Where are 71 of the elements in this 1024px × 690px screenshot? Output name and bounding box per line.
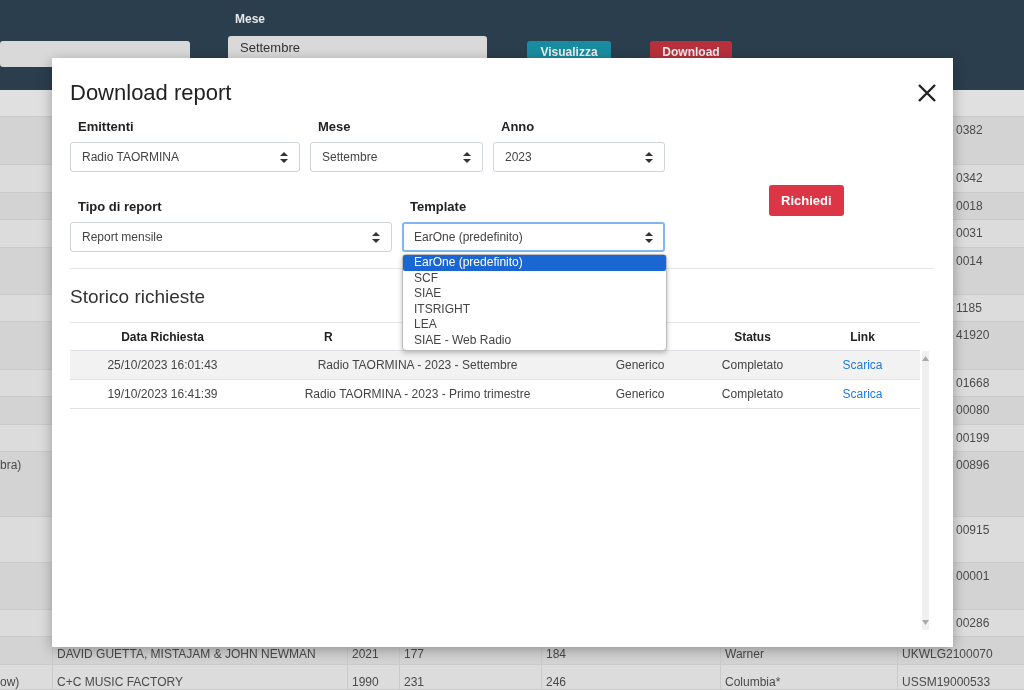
scrollbar[interactable] [922,351,929,630]
table-cell: Warner [725,647,764,661]
select-field[interactable]: Settembre [310,142,483,172]
table-cell: 0018 [956,199,983,213]
field-label: Tipo di report [77,199,163,214]
table-cell: 00001 [956,569,990,583]
dialog-title: Download report [70,80,232,106]
column-header: Status [734,329,771,344]
dropdown-option[interactable]: LEA [403,317,666,333]
field-label: Emittenti [77,119,135,134]
dropdown-option[interactable]: SIAE - Web Radio [403,332,666,348]
select-field[interactable]: Report mensile [70,222,392,252]
download-link[interactable]: Scarica [842,358,883,372]
table-cell: 1990 [352,675,379,689]
download-link[interactable]: Scarica [842,387,883,401]
column-header: Data Richiesta [121,329,204,344]
scroll-up-icon[interactable] [922,356,929,361]
table-cell: Columbia* [725,675,781,689]
table-cell: 00080 [956,403,990,417]
table-cell: 246 [546,675,567,689]
table-cell: 01668 [956,376,990,390]
table-cell: DAVID GUETTA, MISTAJAM & JOHN NEWMAN [57,647,316,661]
table-cell: 1185 [956,301,982,315]
table-cell: 00286 [956,616,990,630]
field-label: Anno [500,119,536,134]
table-cell: C+C MUSIC FACTORY [57,675,183,689]
column-header: R [324,329,333,344]
select-field[interactable]: Radio TAORMINA [70,142,300,172]
table-cell: ow) [0,675,20,689]
section-title: Storico richieste [70,286,206,308]
close-button[interactable] [917,83,937,103]
table-cell: 19/10/2023 16:41:39 [107,387,218,401]
table-cell: Radio TAORMINA - 2023 - Primo trimestre [304,387,531,401]
table-cell: 00199 [956,431,990,445]
table-cell: 0382 [956,123,983,137]
table-cell: 25/10/2023 16:01:43 [107,358,218,372]
table-cell: USSM19000533 [902,675,991,689]
select-arrows-icon [372,231,380,243]
table-cell: bra) [0,458,22,472]
select-field[interactable]: 2023 [493,142,665,172]
table-cell: 00915 [956,523,990,537]
dropdown-option[interactable]: SIAE [403,286,666,302]
select-arrows-icon [645,231,653,243]
table-cell: 00896 [956,458,990,472]
select-field[interactable]: EarOne (predefinito) [402,222,665,252]
table-cell: 231 [404,675,425,689]
table-cell: Generico [615,358,665,372]
select-arrows-icon [280,151,288,163]
table-cell: Generico [615,387,665,401]
table-cell: Completato [721,387,784,401]
table-cell: 2021 [352,647,379,661]
field-label: Mese [317,119,352,134]
table-cell: 177 [404,647,425,661]
table-cell: UKWLG2100070 [902,647,993,661]
select-arrows-icon [645,151,653,163]
filter-label: Mese [234,12,267,26]
table-cell: 41920 [956,328,990,342]
field-label: Template [409,199,468,214]
scroll-down-icon[interactable] [922,620,929,625]
table-cell: 0031 [956,226,983,240]
dropdown-option[interactable]: ITSRIGHT [403,301,666,317]
dropdown-option[interactable]: EarOne (predefinito) [403,255,666,271]
table-cell: Completato [721,358,784,372]
select-arrows-icon [463,151,471,163]
request-button[interactable]: Richiedi [769,185,844,216]
table-cell: Radio TAORMINA - 2023 - Settembre [317,358,518,372]
column-header: Link [850,329,875,344]
table-cell: 0014 [956,254,983,268]
dropdown-option[interactable]: SCF [403,270,666,286]
table-cell: 184 [546,647,567,661]
table-cell: 0342 [956,171,983,185]
